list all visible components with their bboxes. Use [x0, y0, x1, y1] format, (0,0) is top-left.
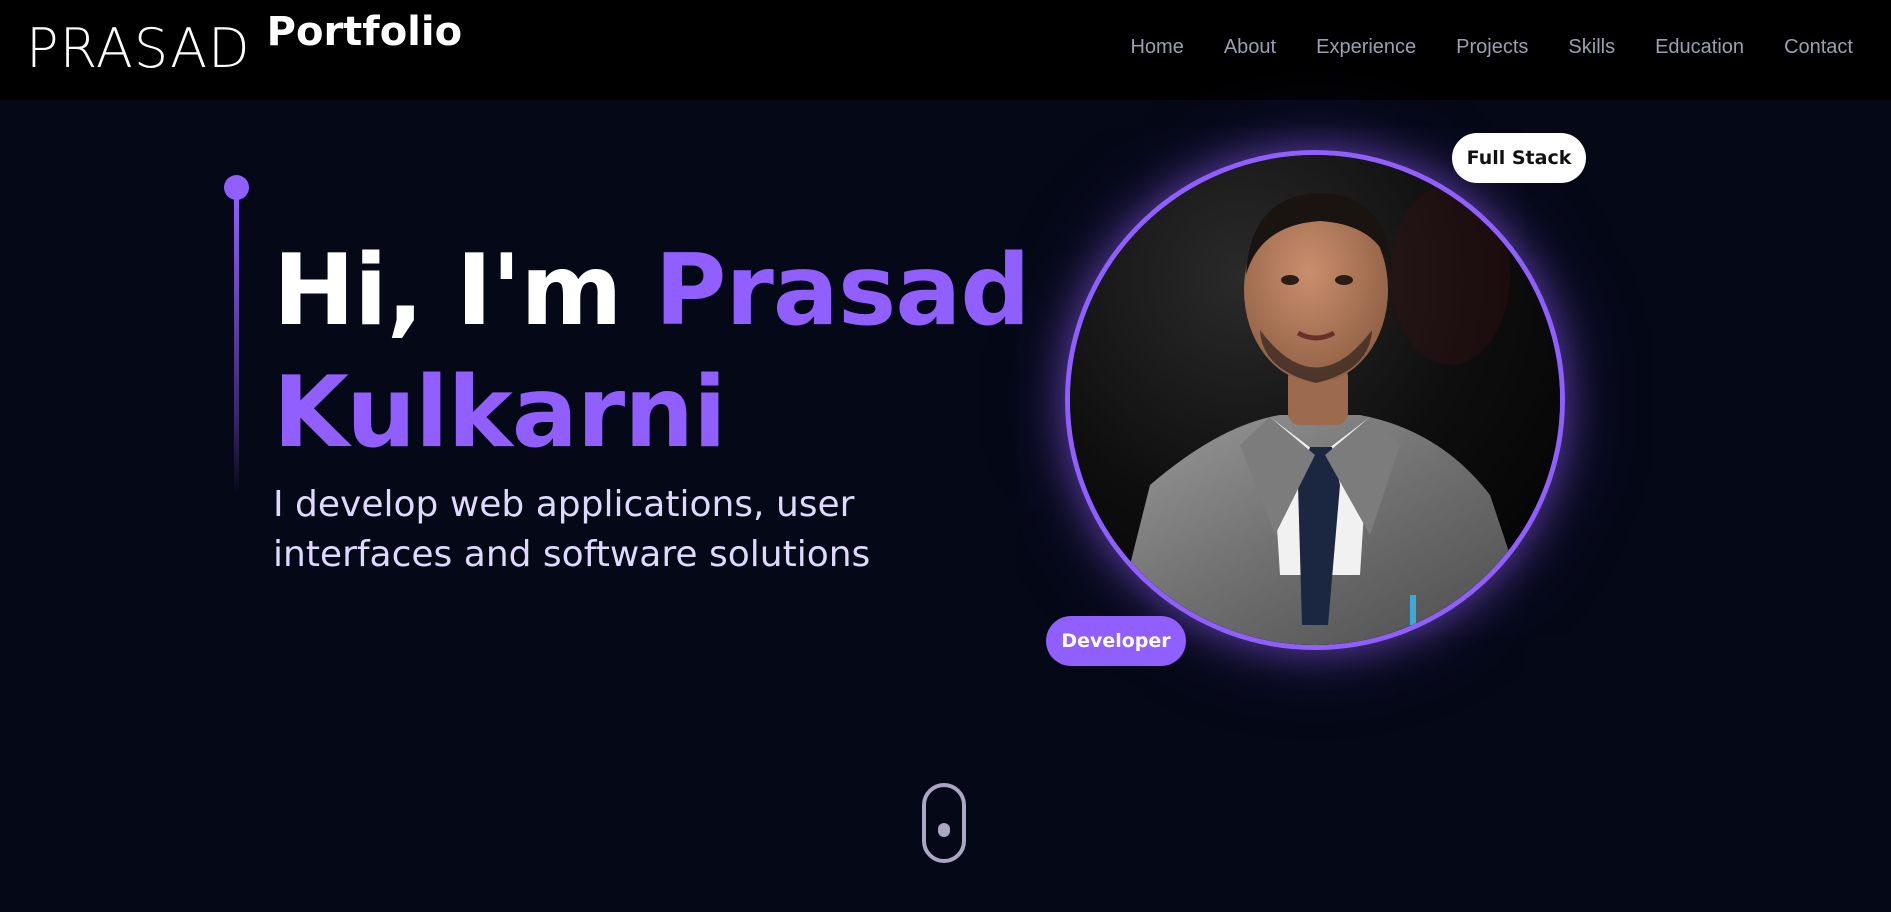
- profile-photo-illustration: [1070, 155, 1560, 645]
- accent-line: [234, 197, 239, 495]
- mouse-scroll-icon[interactable]: [922, 783, 966, 863]
- nav-link-education[interactable]: Education: [1655, 36, 1744, 59]
- hero-subtitle: I develop web applications, user interfa…: [273, 480, 913, 580]
- profile-photo: [1065, 150, 1565, 650]
- navbar: PRASAD Portfolio Home About Experience P…: [0, 0, 1891, 100]
- nav-link-contact[interactable]: Contact: [1784, 36, 1853, 59]
- hero-name-first: Prasad: [654, 234, 1031, 348]
- brand-logo[interactable]: PRASAD Portfolio: [26, 9, 463, 84]
- nav-link-home[interactable]: Home: [1130, 36, 1183, 59]
- hero-subtitle-line1: I develop web applications, user: [273, 484, 855, 525]
- nav-link-about[interactable]: About: [1224, 36, 1276, 59]
- badge-full-stack: Full Stack: [1452, 133, 1586, 183]
- hero-name-last: Kulkarni: [273, 356, 727, 470]
- brand-name: PRASAD: [26, 17, 251, 80]
- scroll-dot: [938, 823, 950, 837]
- nav-link-skills[interactable]: Skills: [1568, 36, 1615, 59]
- nav-link-experience[interactable]: Experience: [1316, 36, 1416, 59]
- hero-headline: Hi, I'm Prasad Kulkarni: [273, 230, 1031, 474]
- nav-links: Home About Experience Projects Skills Ed…: [1130, 36, 1853, 59]
- hero-subtitle-line2: interfaces and software solutions: [273, 534, 871, 575]
- hero-greeting: Hi, I'm: [273, 234, 655, 348]
- nav-link-projects[interactable]: Projects: [1456, 36, 1528, 59]
- badge-developer: Developer: [1046, 616, 1186, 666]
- brand-suffix: Portfolio: [266, 9, 463, 55]
- hero-section: Hi, I'm Prasad Kulkarni I develop web ap…: [0, 100, 1891, 912]
